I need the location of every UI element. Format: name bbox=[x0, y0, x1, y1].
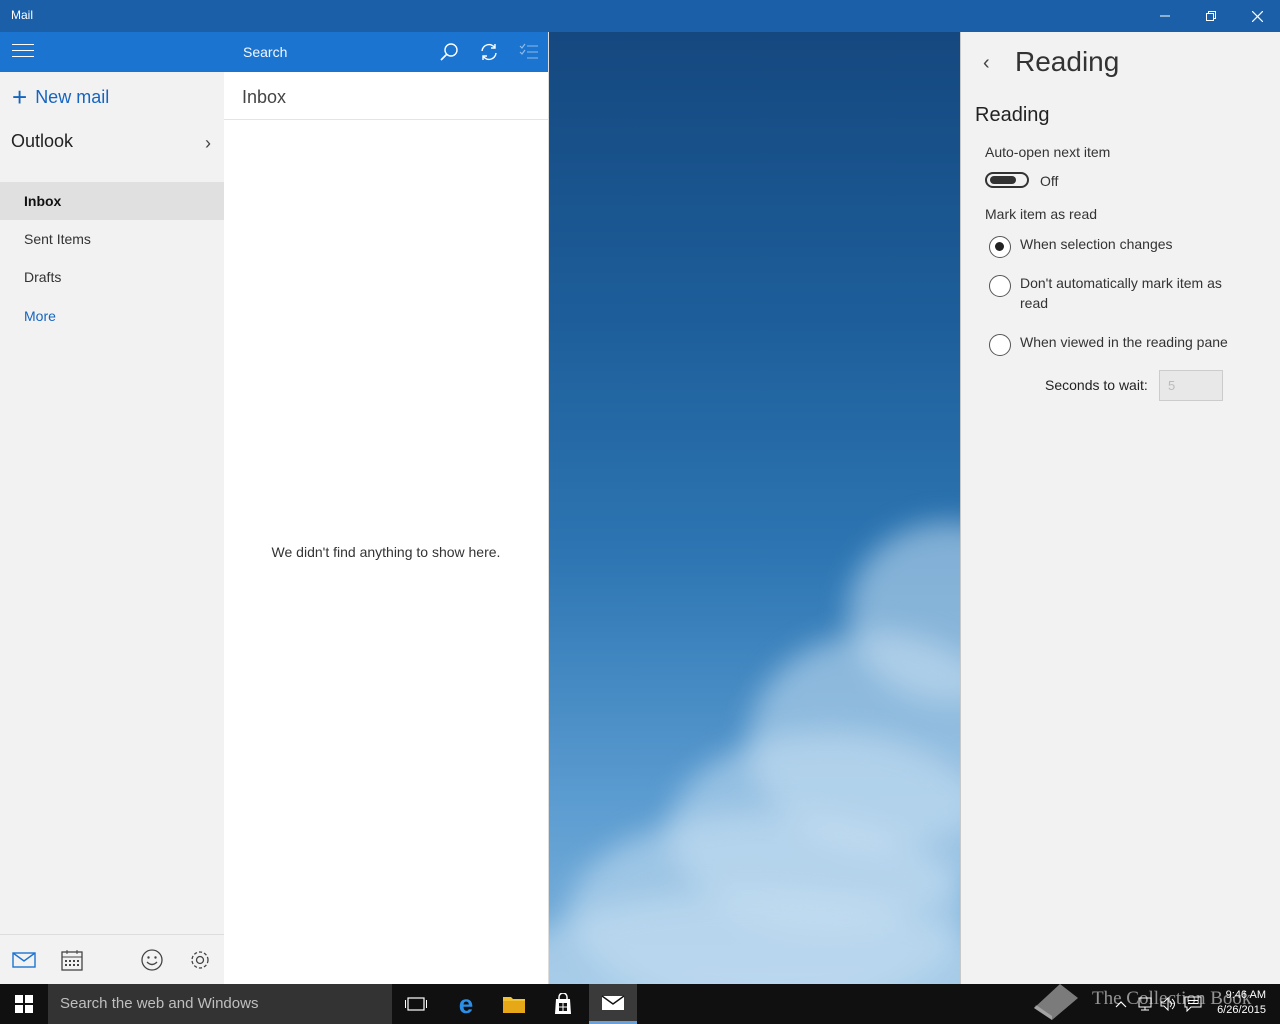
feedback-smiley-icon[interactable] bbox=[139, 947, 165, 973]
seconds-to-wait-label: Seconds to wait: bbox=[1045, 377, 1148, 393]
account-name: Outlook bbox=[11, 131, 74, 151]
folder-more[interactable]: More bbox=[0, 297, 224, 335]
folder-sent-items[interactable]: Sent Items bbox=[0, 220, 224, 258]
restore-button[interactable] bbox=[1188, 0, 1234, 32]
radio-when-selection-changes[interactable] bbox=[989, 236, 1011, 258]
radio-dont-mark-read[interactable] bbox=[989, 275, 1011, 297]
folder-drafts[interactable]: Drafts bbox=[0, 258, 224, 296]
nav-header bbox=[0, 32, 224, 72]
divider bbox=[224, 119, 548, 120]
edge-icon[interactable]: e bbox=[442, 984, 490, 1024]
settings-gear-icon[interactable] bbox=[187, 947, 213, 973]
account-outlook[interactable]: Outlook › bbox=[11, 131, 211, 153]
radio-label: When selection changes bbox=[1020, 236, 1173, 252]
selection-mode-icon[interactable] bbox=[518, 41, 540, 63]
reading-settings-pane: ‹ Reading Reading Auto-open next item Of… bbox=[960, 32, 1280, 984]
watermark-book-logo-icon bbox=[1034, 984, 1078, 1020]
mail-app-taskbar-icon[interactable] bbox=[589, 984, 637, 1024]
close-icon bbox=[1251, 10, 1263, 22]
section-title: Reading bbox=[975, 104, 1050, 126]
chevron-right-icon: › bbox=[205, 133, 211, 153]
taskbar: Search the web and Windows e 9:46 AM 6/2… bbox=[0, 984, 1280, 1024]
search-input[interactable]: Search bbox=[243, 44, 287, 60]
watermark-text: The Collection Book bbox=[1092, 988, 1252, 1009]
calendar-icon[interactable] bbox=[59, 947, 85, 973]
message-list-pane: Search Inbox We didn't find anything to … bbox=[224, 32, 549, 984]
plus-icon: + bbox=[12, 82, 28, 112]
nav-footer bbox=[0, 934, 224, 984]
restore-icon bbox=[1206, 11, 1216, 21]
start-button[interactable] bbox=[0, 984, 48, 1024]
task-view-icon[interactable] bbox=[392, 984, 440, 1024]
hamburger-menu-icon[interactable] bbox=[12, 44, 34, 60]
mark-as-read-label: Mark item as read bbox=[985, 206, 1098, 222]
taskbar-search-box[interactable]: Search the web and Windows bbox=[48, 984, 392, 1024]
sync-icon[interactable] bbox=[478, 41, 500, 63]
close-button[interactable] bbox=[1234, 0, 1280, 32]
auto-open-label: Auto-open next item bbox=[985, 144, 1111, 160]
back-arrow-icon[interactable]: ‹ bbox=[983, 52, 990, 75]
search-bar: Search bbox=[224, 32, 548, 72]
reading-pane-background-image bbox=[549, 32, 960, 984]
toggle-state-text: Off bbox=[1040, 173, 1059, 189]
empty-state-message: We didn't find anything to show here. bbox=[271, 544, 501, 560]
folder-title: Inbox bbox=[242, 87, 287, 107]
new-mail-button[interactable]: + New mail bbox=[12, 84, 109, 110]
minimize-icon bbox=[1160, 15, 1170, 17]
file-explorer-icon[interactable] bbox=[490, 984, 538, 1024]
seconds-value: 5 bbox=[1168, 378, 1176, 393]
search-icon[interactable] bbox=[438, 41, 460, 63]
minimize-button[interactable] bbox=[1142, 0, 1188, 32]
title-bar: Mail bbox=[0, 0, 1280, 32]
mail-icon bbox=[601, 994, 625, 1010]
new-mail-label: New mail bbox=[35, 86, 110, 107]
windows-logo-icon bbox=[15, 995, 33, 1013]
mail-icon[interactable] bbox=[11, 947, 37, 973]
navigation-pane: + New mail Outlook › Inbox Sent Items Dr… bbox=[0, 32, 224, 984]
radio-when-viewed-in-reading-pane[interactable] bbox=[989, 334, 1011, 356]
pane-title: Reading bbox=[1015, 46, 1120, 77]
store-icon[interactable] bbox=[539, 984, 587, 1024]
radio-label: Don't automatically mark item as read bbox=[1020, 275, 1222, 311]
window-title: Mail bbox=[11, 8, 34, 22]
radio-label: When viewed in the reading pane bbox=[1020, 334, 1228, 350]
seconds-to-wait-input[interactable]: 5 bbox=[1159, 370, 1223, 401]
folder-inbox[interactable]: Inbox bbox=[0, 182, 224, 220]
auto-open-toggle[interactable] bbox=[985, 172, 1029, 188]
